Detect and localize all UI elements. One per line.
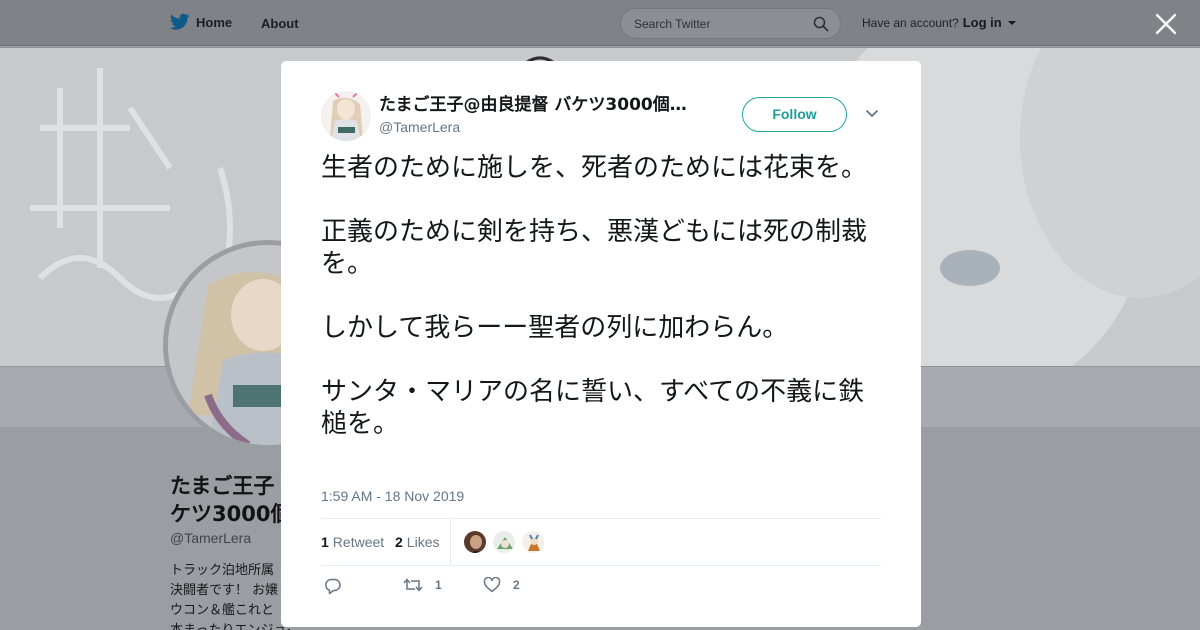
profile-bio-line: ウコン＆艦これと <box>170 603 275 618</box>
like-count: 2 <box>395 534 403 550</box>
tweet-actions: 1 2 <box>321 577 881 597</box>
liker-avatar-art <box>464 531 486 553</box>
account-prompt: Have an account? <box>862 15 959 30</box>
search-icon[interactable] <box>813 16 829 32</box>
profile-name-line2: ケツ3000個 <box>170 502 292 526</box>
liker-avatar[interactable] <box>463 530 487 554</box>
profile-handle[interactable]: @TamerLera <box>170 530 251 546</box>
tweet-paragraph: 生者のために施しを、死者のためには花束を。 <box>321 153 868 183</box>
liker-avatar[interactable] <box>521 530 545 554</box>
nav-home-link[interactable]: Home <box>170 13 232 31</box>
reply-action[interactable] <box>324 577 342 595</box>
nav-home-label: Home <box>196 14 233 30</box>
login-caret-icon[interactable] <box>1007 20 1016 25</box>
profile-name: たまご王子 ケツ3000個 <box>170 472 291 528</box>
liker-avatar[interactable] <box>492 530 516 554</box>
profile-bio-line: 決闘者です！ お嬢 <box>170 583 279 598</box>
author-name[interactable]: たまご王子@由良提督 バケツ3000個… <box>379 94 704 116</box>
like-action[interactable]: 2 <box>483 577 520 593</box>
tweet-paragraph: 正義のために剣を持ち、悪漢どもには死の制裁を。 <box>321 217 868 279</box>
author-avatar-art <box>321 91 371 141</box>
login-link[interactable]: Log in <box>963 15 1002 30</box>
retweet-count: 1 <box>321 534 329 550</box>
stats-divider <box>450 519 451 566</box>
close-icon[interactable] <box>1154 12 1178 36</box>
author-handle[interactable]: @TamerLera <box>379 119 460 135</box>
top-navigation-bar: Home About Search Twitter Have an accoun… <box>0 0 1200 46</box>
profile-bio-line: 本まったりエンジョイ勢の提督です。 <box>170 621 290 630</box>
tweet-modal: たまご王子@由良提督 バケツ3000個… @TamerLera Follow 生… <box>281 61 921 627</box>
retweet-action-count: 1 <box>435 578 442 592</box>
profile-bio: トラック泊地所属 決闘者です！ お嬢 ウコン＆艦これと 本まったりエンジョイ勢の… <box>170 561 290 630</box>
nav-about-link[interactable]: About <box>261 16 299 31</box>
author-avatar[interactable] <box>321 91 371 141</box>
twitter-bird-icon <box>170 13 190 30</box>
like-stat[interactable]: 2 Likes <box>395 534 439 550</box>
like-stat-label: Likes <box>406 534 440 550</box>
search-input[interactable]: Search Twitter <box>634 17 710 31</box>
tweet-paragraph: サンタ・マリアの名に誓い、すべての不義に鉄槌を。 <box>321 377 865 439</box>
tweet-text: 生者のために施しを、死者のためには花束を。 正義のために剣を持ち、悪漢どもには死… <box>321 152 886 440</box>
account-area: Have an account? Log in <box>862 15 1016 30</box>
reply-icon[interactable] <box>324 577 342 595</box>
tweet-stats: 1 Retweet 2 Likes <box>321 518 881 566</box>
heart-icon[interactable] <box>483 577 501 593</box>
retweet-action[interactable]: 1 <box>403 577 442 593</box>
liker-avatar-art <box>493 531 515 553</box>
profile-bio-line: トラック泊地所属 <box>170 563 275 578</box>
retweet-icon[interactable] <box>403 577 423 593</box>
liker-avatar-art <box>522 531 544 553</box>
follow-button[interactable]: Follow <box>742 97 847 132</box>
tweet-paragraph: しかして我らーー聖者の列に加わらん。 <box>321 313 789 343</box>
search-box[interactable]: Search Twitter <box>620 8 841 39</box>
profile-name-line1: たまご王子 <box>170 474 275 498</box>
chevron-down-icon[interactable] <box>865 109 879 119</box>
retweet-stat[interactable]: 1 Retweet <box>321 534 384 550</box>
retweet-stat-label: Retweet <box>332 534 385 550</box>
tweet-timestamp[interactable]: 1:59 AM - 18 Nov 2019 <box>321 488 464 504</box>
like-action-count: 2 <box>513 578 520 592</box>
